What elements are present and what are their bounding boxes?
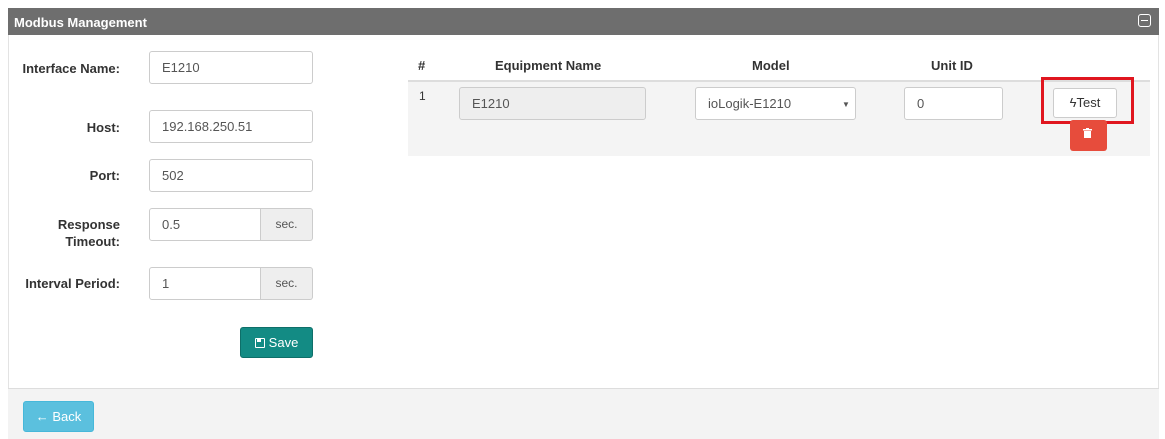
interval-period-label: Interval Period: [25,276,120,291]
save-button[interactable]: Save [240,327,313,358]
column-header-model: Model [752,58,790,73]
back-button-label: Back [52,409,82,424]
response-timeout-label: Response Timeout: [57,217,120,249]
model-select[interactable]: ioLogik-E1210 [695,87,856,120]
interval-period-input[interactable]: 1 [149,267,261,300]
trash-icon [1083,128,1092,138]
column-header-unit-id: Unit ID [931,58,973,73]
floppy-disk-icon [254,338,265,348]
interval-period-unit: sec. [261,267,313,300]
panel-title: Modbus Management [14,15,147,30]
row-index: 1 [419,89,426,103]
interface-name-label: Interface Name: [22,61,120,76]
response-timeout-unit: sec. [261,208,313,241]
interface-name-input[interactable]: E1210 [149,51,313,84]
delete-button[interactable] [1070,120,1107,151]
arrow-left-icon: ← [35,409,49,424]
panel-header: Modbus Management [8,8,1159,35]
back-button[interactable]: ← Back [23,401,94,432]
chevron-down-icon: ▼ [842,100,850,109]
response-timeout-input[interactable]: 0.5 [149,208,261,241]
equipment-name-field: E1210 [459,87,646,120]
column-header-index: # [418,58,426,73]
save-button-label: Save [268,335,299,350]
port-label: Port: [89,168,120,183]
host-label: Host: [86,120,120,135]
unit-id-input[interactable]: 0 [904,87,1003,120]
host-input[interactable]: 192.168.250.51 [149,110,313,143]
panel-footer [8,388,1159,439]
port-input[interactable]: 502 [149,159,313,192]
collapse-icon[interactable] [1138,14,1151,27]
highlight-box [1041,77,1134,124]
column-header-equipment-name: Equipment Name [495,58,602,73]
